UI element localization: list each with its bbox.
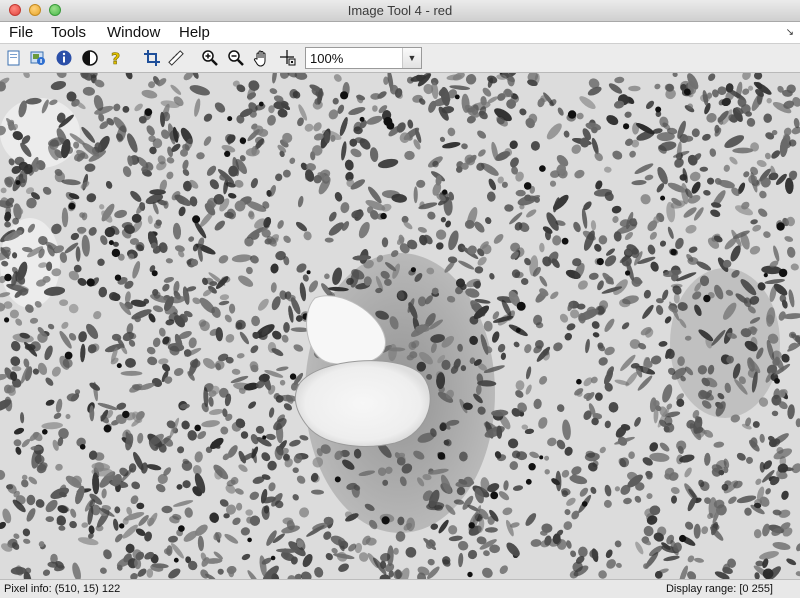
zoom-select[interactable]: 100% ▼	[305, 47, 422, 69]
title-bar: Image Tool 4 - red	[0, 0, 800, 22]
contrast-icon[interactable]	[80, 48, 100, 68]
zoom-in-icon[interactable]	[200, 48, 220, 68]
window-title: Image Tool 4 - red	[347, 3, 453, 18]
menu-file[interactable]: File	[9, 24, 33, 41]
pan-hand-icon[interactable]	[252, 48, 272, 68]
menu-bar: File Tools Window Help ↘	[0, 22, 800, 44]
dock-arrow-icon[interactable]: ↘	[786, 27, 794, 38]
new-figure-icon[interactable]	[4, 48, 24, 68]
status-bar: Pixel info: (510, 15) 122 Display range:…	[0, 579, 800, 598]
menu-window[interactable]: Window	[107, 24, 160, 41]
image-info-icon[interactable]	[28, 48, 48, 68]
info-icon[interactable]	[54, 48, 74, 68]
display-range-text: Display range: [0 255]	[665, 583, 773, 595]
measure-distance-icon[interactable]	[166, 48, 186, 68]
crop-icon[interactable]	[142, 48, 162, 68]
menu-tools[interactable]: Tools	[51, 24, 86, 41]
svg-text:?: ?	[111, 49, 120, 67]
grayscale-tissue-image	[0, 73, 800, 579]
help-icon[interactable]: ?	[106, 48, 126, 68]
zoom-out-icon[interactable]	[226, 48, 246, 68]
chevron-down-icon[interactable]: ▼	[402, 48, 421, 68]
image-canvas[interactable]	[0, 73, 800, 579]
menu-help[interactable]: Help	[179, 24, 210, 41]
toolbar: ? 100% ▼	[0, 44, 800, 73]
zoom-value: 100%	[310, 51, 344, 66]
pixel-region-icon[interactable]	[278, 48, 298, 68]
pixel-info-text: Pixel info: (510, 15) 122	[4, 583, 121, 595]
